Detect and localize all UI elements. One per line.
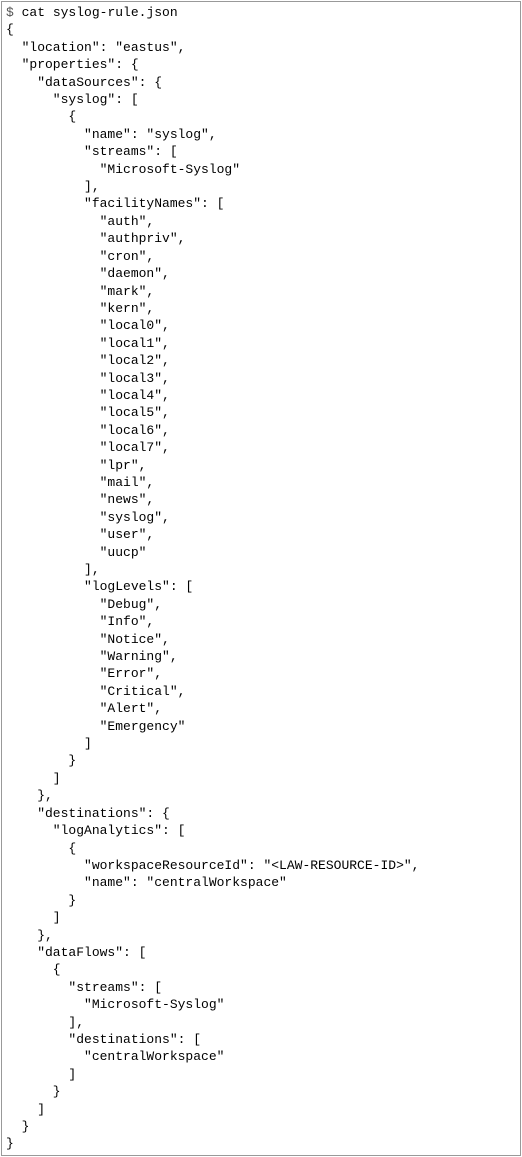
- command-text: cat syslog-rule.json: [22, 5, 178, 20]
- json-output: { "location": "eastus", "properties": { …: [6, 22, 419, 1151]
- shell-prompt: $: [6, 5, 14, 20]
- terminal-output: $ cat syslog-rule.json { "location": "ea…: [1, 1, 521, 1156]
